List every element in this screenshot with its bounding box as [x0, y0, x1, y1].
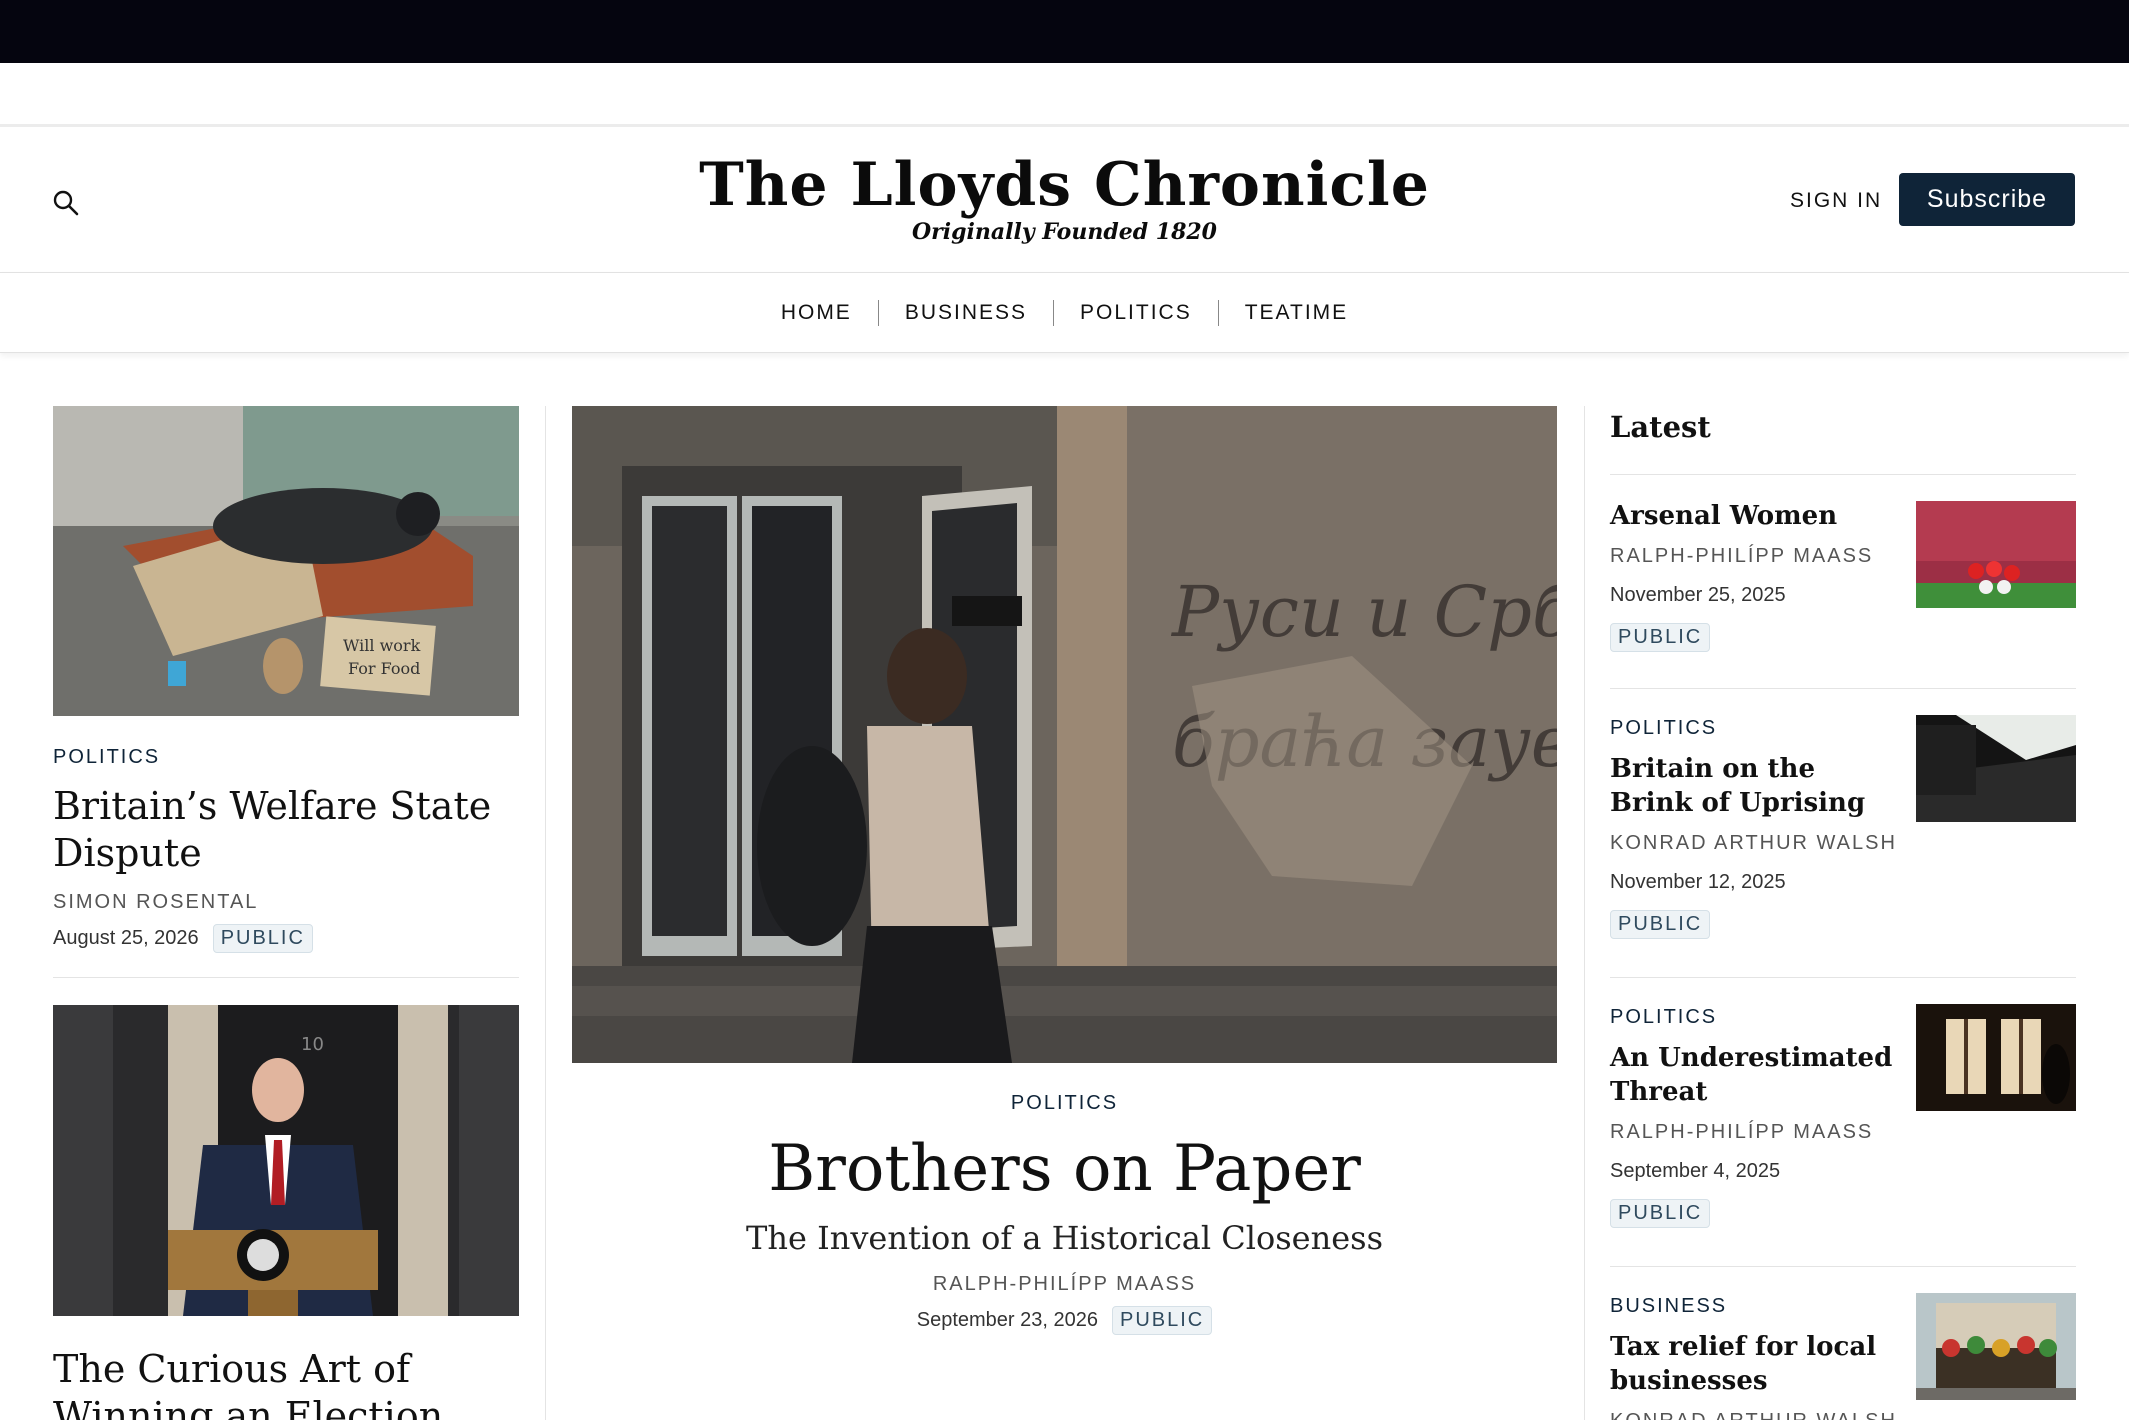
window-silhouette-photo[interactable]: [1916, 1004, 2076, 1111]
article-headline[interactable]: Britain’s Welfare State Dispute: [53, 783, 519, 877]
homeless-person-photo[interactable]: Will work For Food: [53, 406, 519, 716]
public-badge: PUBLIC: [212, 924, 313, 953]
latest-item[interactable]: POLITICS Britain on the Brink of Uprisin…: [1610, 689, 2076, 978]
nav-item-teatime[interactable]: TEATIME: [1219, 301, 1374, 325]
pub-storefront-photo[interactable]: [1916, 1293, 2076, 1400]
article-kicker[interactable]: POLITICS: [572, 1092, 1557, 1115]
football-team-photo[interactable]: [1916, 501, 2076, 608]
latest-text: POLITICS An Underestimated Threat RALPH-…: [1610, 1006, 1900, 1228]
article-date: August 25, 2026: [53, 927, 199, 949]
main-nav: HOME BUSINESS POLITICS TEATIME: [0, 273, 2129, 353]
latest-sidebar: Latest Arsenal Women RALPH-PHILÍPP MAASS…: [1610, 406, 2076, 1420]
subscribe-button[interactable]: Subscribe: [1899, 173, 2075, 226]
latest-text: BUSINESS Tax relief for local businesses…: [1610, 1295, 1900, 1420]
latest-headline[interactable]: Tax relief for local businesses: [1610, 1330, 1900, 1398]
nav-item-home[interactable]: HOME: [755, 301, 878, 325]
public-badge: PUBLIC: [1610, 1199, 1711, 1228]
svg-text:Will work: Will work: [343, 636, 421, 655]
latest-item[interactable]: Arsenal Women RALPH-PHILÍPP MAASS Novemb…: [1610, 475, 2076, 689]
street-wall-graffiti-photo[interactable]: Руси и Срби браћа заувек: [572, 406, 1557, 1063]
sign-in-link[interactable]: SIGN IN: [1790, 189, 1882, 213]
latest-author[interactable]: RALPH-PHILÍPP MAASS: [1610, 1121, 1900, 1144]
featured-dek: The Invention of a Historical Closeness: [746, 1219, 1383, 1257]
latest-text: POLITICS Britain on the Brink of Uprisin…: [1610, 717, 1900, 939]
latest-author[interactable]: KONRAD ARTHUR WALSH: [1610, 1410, 1900, 1420]
latest-item[interactable]: BUSINESS Tax relief for local businesses…: [1610, 1267, 2076, 1420]
top-bar: [0, 0, 2129, 63]
public-badge: PUBLIC: [1112, 1306, 1213, 1335]
svg-text:Руси и Срби: Руси и Срби: [1170, 571, 1557, 653]
politician-at-podium-photo[interactable]: 10: [53, 1005, 519, 1316]
latest-date: November 25, 2025: [1610, 584, 1786, 606]
column-divider: [1584, 406, 1585, 1420]
latest-date: September 4, 2025: [1610, 1160, 1781, 1182]
latest-text: Arsenal Women RALPH-PHILÍPP MAASS Novemb…: [1610, 499, 1900, 652]
latest-item[interactable]: POLITICS An Underestimated Threat RALPH-…: [1610, 978, 2076, 1267]
article-author[interactable]: SIMON ROSENTAL: [53, 891, 519, 914]
left-column: Will work For Food POLITICS Britain’s We…: [53, 406, 519, 1420]
public-badge: PUBLIC: [1610, 623, 1711, 652]
latest-author[interactable]: RALPH-PHILÍPP MAASS: [1610, 545, 1900, 568]
article-meta: September 23, 2026 PUBLIC: [572, 1306, 1557, 1335]
featured-headline[interactable]: Brothers on Paper: [572, 1131, 1557, 1207]
article-headline[interactable]: The Curious Art of Winning an Election a…: [53, 1346, 519, 1420]
article-author[interactable]: RALPH-PHILÍPP MAASS: [572, 1273, 1557, 1296]
featured-article: Руси и Срби браћа заувек POLITICS Brothe…: [572, 406, 1557, 1335]
latest-headline[interactable]: Arsenal Women: [1610, 499, 1900, 533]
latest-headline[interactable]: An Underestimated Threat: [1610, 1041, 1900, 1109]
nav-item-business[interactable]: BUSINESS: [879, 301, 1053, 325]
latest-author[interactable]: KONRAD ARTHUR WALSH: [1610, 832, 1900, 855]
public-badge: PUBLIC: [1610, 910, 1711, 939]
svg-text:10: 10: [301, 1034, 324, 1055]
latest-headline[interactable]: Britain on the Brink of Uprising: [1610, 752, 1900, 820]
nav-item-politics[interactable]: POLITICS: [1054, 301, 1218, 325]
latest-kicker[interactable]: POLITICS: [1610, 1006, 1900, 1029]
logo-subtitle: Originally Founded 1820: [912, 219, 1217, 245]
divider: [53, 977, 519, 978]
latest-date: November 12, 2025: [1610, 871, 1786, 893]
article-kicker[interactable]: POLITICS: [53, 746, 519, 769]
latest-kicker[interactable]: BUSINESS: [1610, 1295, 1900, 1318]
latest-heading: Latest: [1610, 410, 1711, 444]
site-header: The Lloyds Chronicle Originally Founded …: [0, 124, 2129, 273]
dark-train-platform-photo[interactable]: [1916, 715, 2076, 822]
article-meta: August 25, 2026 PUBLIC: [53, 924, 519, 953]
latest-kicker[interactable]: POLITICS: [1610, 717, 1900, 740]
column-divider: [545, 406, 546, 1420]
article-date: September 23, 2026: [916, 1309, 1098, 1331]
svg-text:For Food: For Food: [348, 659, 420, 678]
